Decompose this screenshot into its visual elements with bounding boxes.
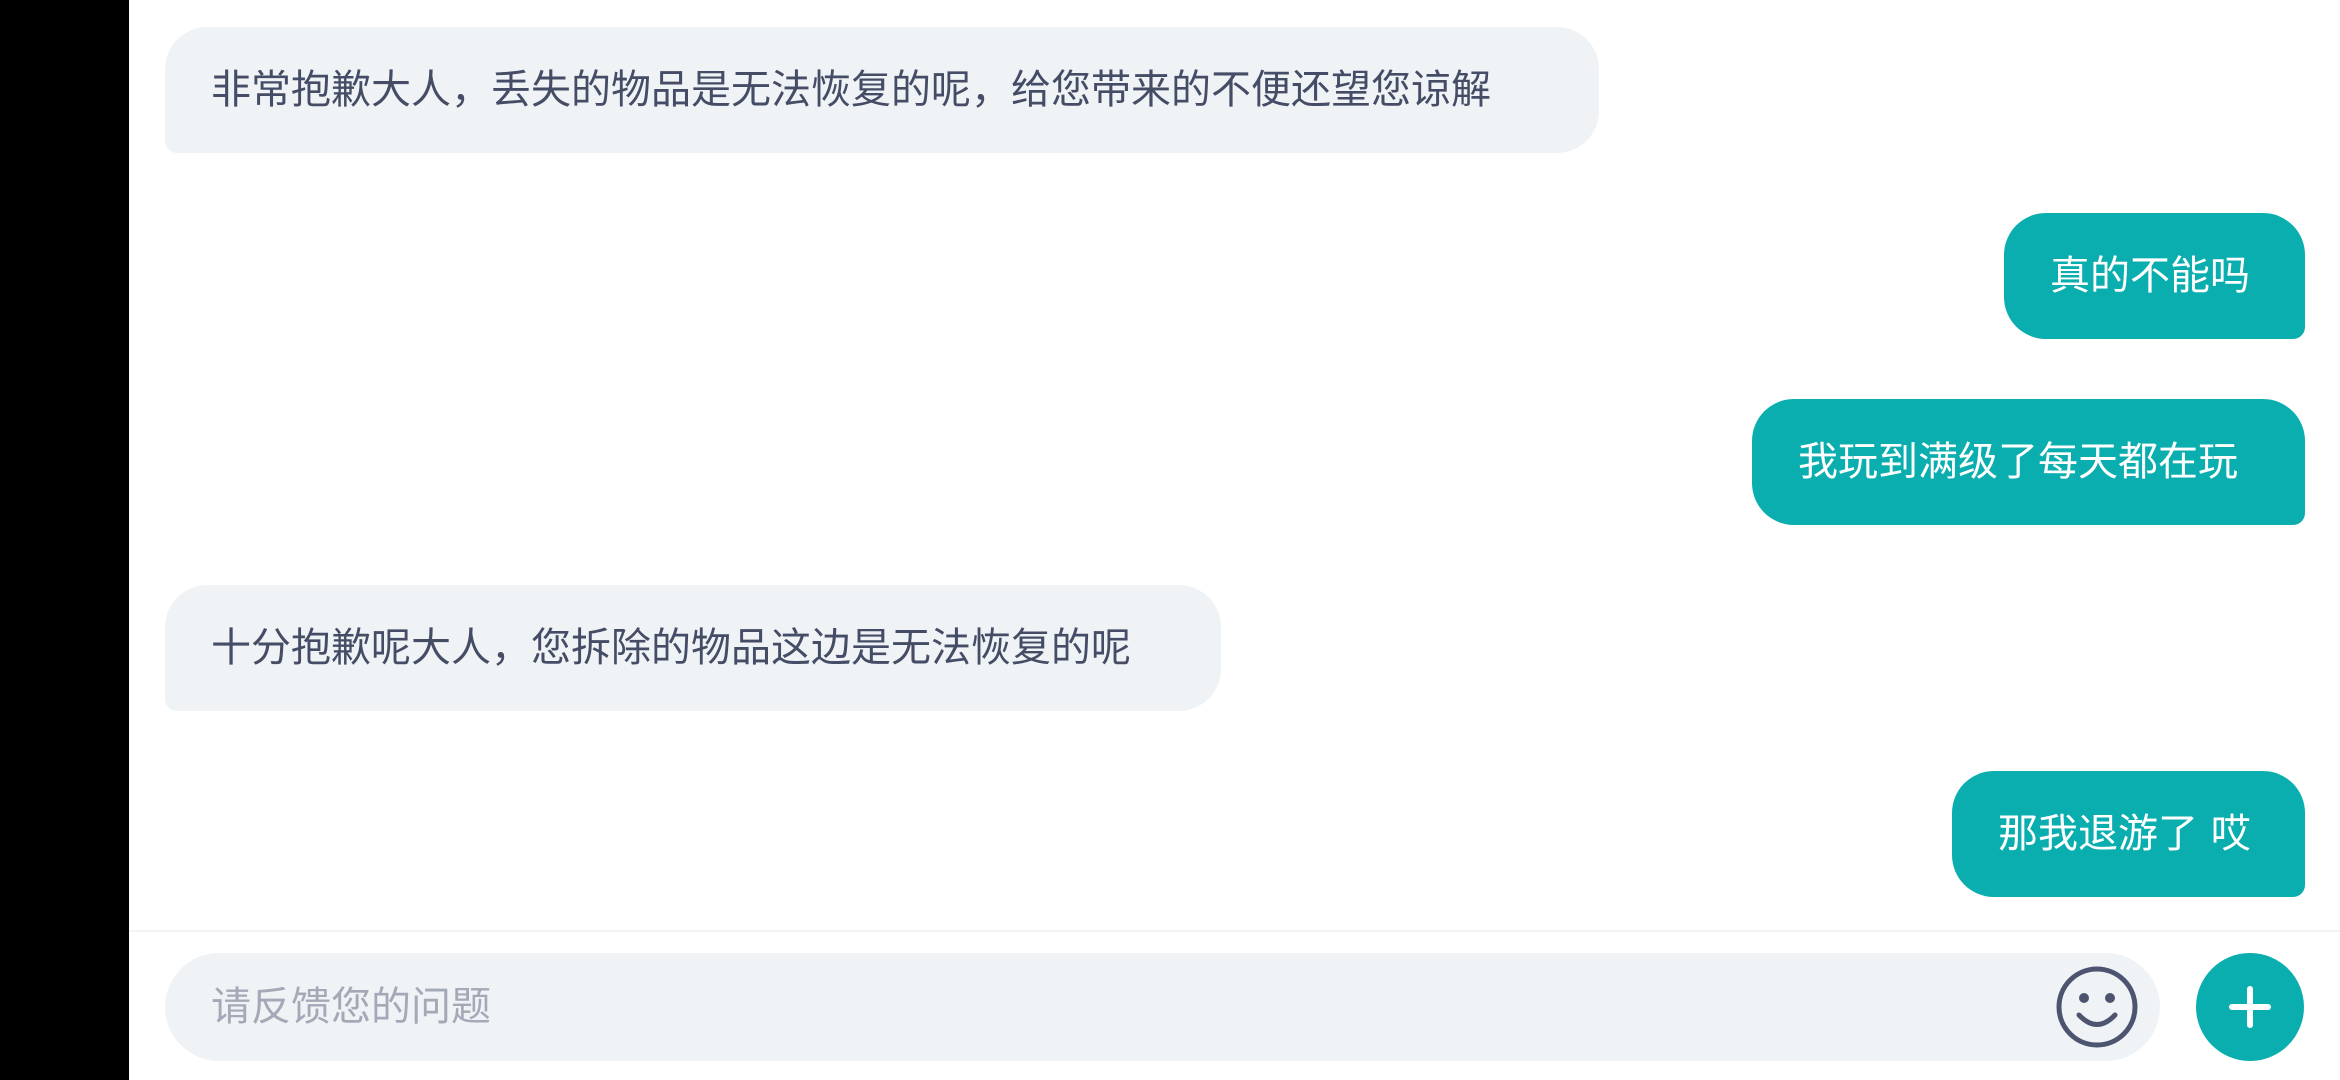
message-text: 非常抱歉大人，丢失的物品是无法恢复的呢，给您带来的不便还望您谅解 [211, 67, 1491, 113]
user-message-bubble: 我玩到满级了每天都在玩 [1752, 399, 2305, 525]
feedback-input[interactable] [211, 953, 2011, 1061]
smiley-face-icon[interactable] [2052, 962, 2142, 1052]
agent-message-bubble: 十分抱歉呢大人，您拆除的物品这边是无法恢复的呢 [165, 585, 1221, 711]
input-divider [129, 930, 2340, 932]
plus-icon [2229, 986, 2271, 1028]
agent-message-bubble: 非常抱歉大人，丢失的物品是无法恢复的呢，给您带来的不便还望您谅解 [165, 27, 1599, 153]
message-text: 我玩到满级了每天都在玩 [1798, 439, 2238, 485]
input-bar [165, 953, 2160, 1061]
user-message-bubble: 那我退游了 哎 [1952, 771, 2305, 897]
message-text: 十分抱歉呢大人，您拆除的物品这边是无法恢复的呢 [211, 625, 1131, 671]
left-black-bar [0, 0, 129, 1080]
message-text: 真的不能吗 [2050, 253, 2250, 299]
chat-screen: 非常抱歉大人，丢失的物品是无法恢复的呢，给您带来的不便还望您谅解 真的不能吗 我… [0, 0, 2340, 1080]
message-text: 那我退游了 哎 [1998, 811, 2251, 857]
user-message-bubble: 真的不能吗 [2004, 213, 2305, 339]
message-list[interactable]: 非常抱歉大人，丢失的物品是无法恢复的呢，给您带来的不便还望您谅解 真的不能吗 我… [129, 0, 2340, 930]
add-button[interactable] [2196, 953, 2304, 1061]
